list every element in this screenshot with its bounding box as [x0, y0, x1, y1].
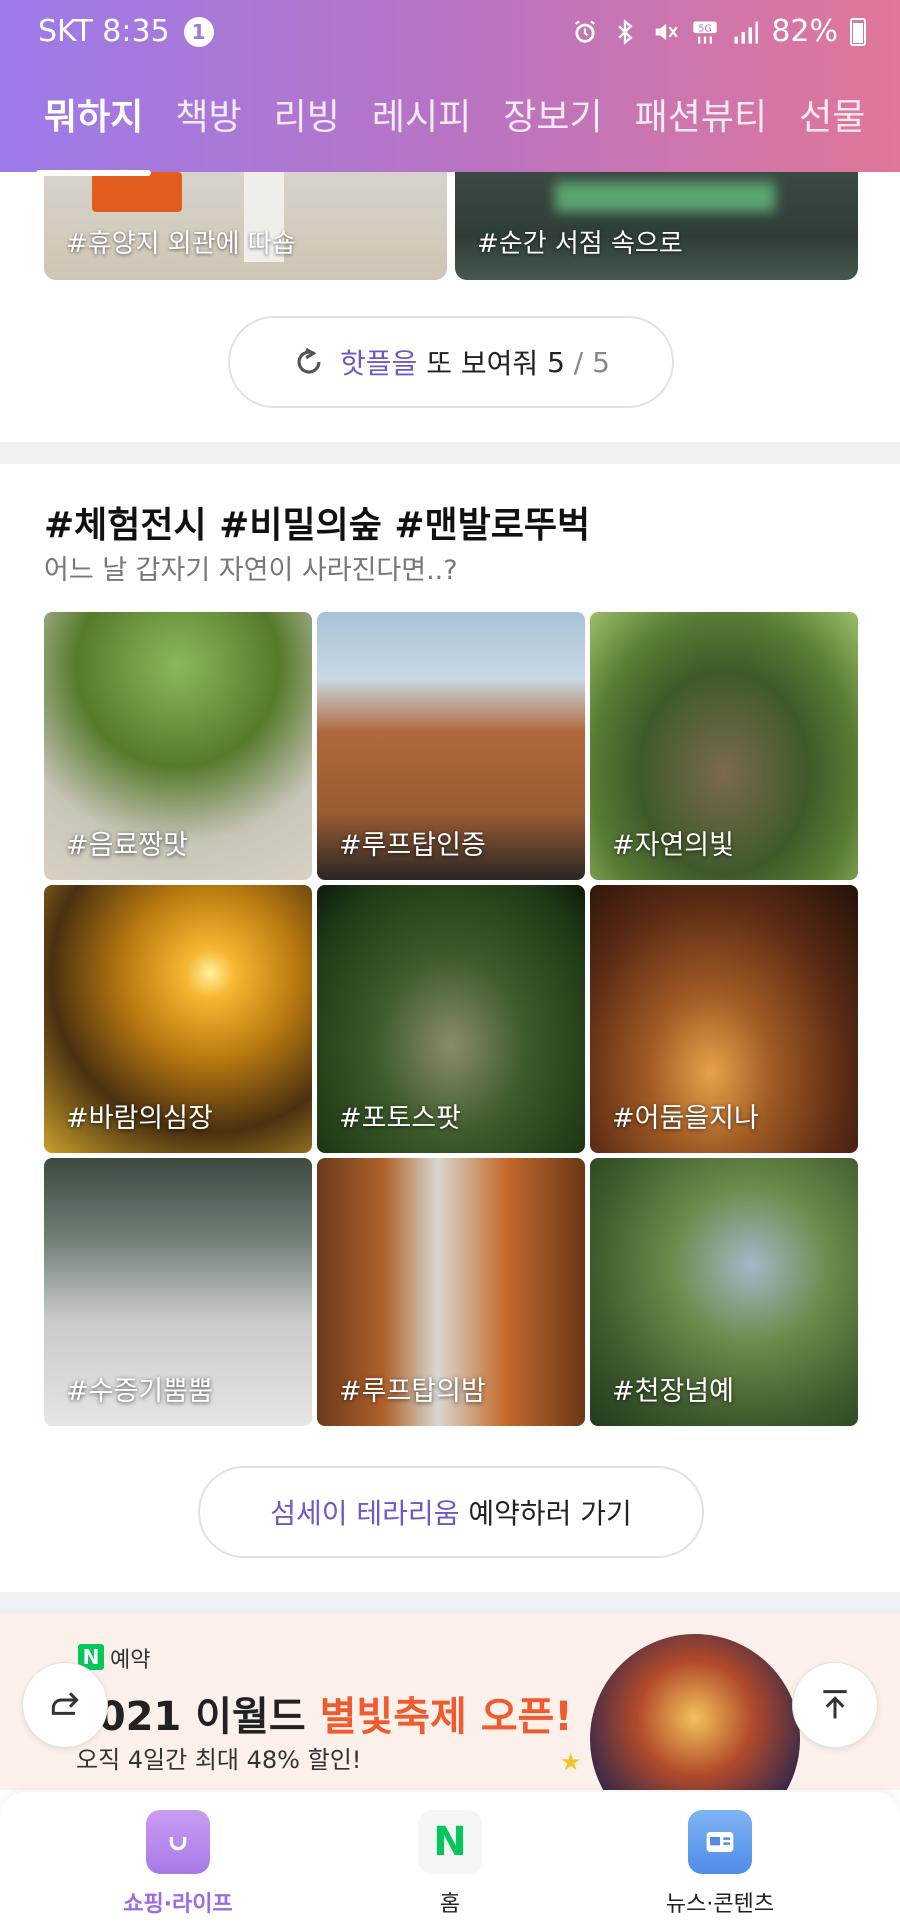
hotplace-current: 5 [547, 345, 565, 379]
book-terrarium-button[interactable]: 섬세이 테라리움 예약하러 가기 [198, 1466, 704, 1558]
share-button[interactable] [22, 1662, 108, 1748]
top-card-row: #휴양지 외관에 따숍 #순간 서점 속으로 [44, 172, 858, 280]
tile-caption: #바람의심장 [66, 1103, 213, 1134]
nav-label: 쇼핑·라이프 [123, 1892, 233, 1917]
section-subtitle: 어느 날 갑자기 자연이 사라진다면..? [44, 555, 458, 586]
section-divider [0, 1592, 900, 1614]
show-hotplace-again-button[interactable]: 핫플을 또 보여줘 5 / 5 [228, 316, 674, 408]
section-divider [0, 442, 900, 464]
5g-icon: 5G [691, 18, 719, 46]
hotplace-accent-text: 핫플을 [340, 347, 418, 380]
notification-badge: 1 [183, 16, 214, 47]
nav-label: 홈 [439, 1892, 461, 1917]
scroll-to-top-button[interactable] [792, 1662, 878, 1748]
tab-fashion-beauty[interactable]: 패션뷰티 [635, 88, 767, 140]
banner-headline-highlight: 별빛축제 오픈! [319, 1694, 573, 1740]
tab-groceries[interactable]: 장보기 [503, 88, 602, 140]
tile-caption: #루프탑의밤 [339, 1376, 486, 1407]
traffic-cone-image [92, 172, 182, 212]
green-light-image [555, 182, 775, 212]
star-icon: ★ [560, 1748, 582, 1776]
top-card-resort[interactable]: #휴양지 외관에 따숍 [44, 172, 447, 280]
carrier-time: SKT 8:35 [38, 14, 170, 49]
category-tabs: 뭐하지 책방 리빙 레시피 장보기 패션뷰티 선물 [35, 88, 865, 176]
photo-tile[interactable]: #바람의심장 [44, 885, 312, 1153]
tile-caption: #포토스팟 [339, 1103, 461, 1134]
section-title: #체험전시 #비밀의숲 #맨발로뚜벅 [44, 505, 591, 546]
battery-percent: 82% [771, 14, 838, 49]
card-caption: #순간 서점 속으로 [477, 229, 683, 259]
app-header: SKT 8:35 1 5G 82% 뭐하지 책방 리빙 레시피 장보기 패션뷰티… [0, 0, 900, 176]
tab-recipe[interactable]: 레시피 [372, 88, 471, 140]
banner-subline: 오직 4일간 최대 48% 할인! [76, 1746, 362, 1774]
photo-tile[interactable]: #자연의빛 [590, 612, 858, 880]
naver-n-icon: N [418, 1810, 482, 1874]
tab-bookstore[interactable]: 책방 [175, 88, 241, 140]
banner-reserve-label: 예약 [110, 1648, 151, 1673]
photo-tile[interactable]: #포토스팟 [317, 885, 585, 1153]
photo-tile[interactable]: #수증기뿜뿜 [44, 1158, 312, 1426]
arrow-up-icon [823, 1690, 847, 1719]
nav-news-contents[interactable]: 뉴스·콘텐츠 [620, 1810, 820, 1918]
banner-headline: 2021 이월드 별빛축제 오픈! [70, 1684, 573, 1742]
tab-gift[interactable]: 선물 [799, 88, 865, 140]
status-right: 5G 82% [571, 14, 866, 49]
svg-text:5G: 5G [699, 23, 712, 34]
share-arrow-icon [51, 1692, 79, 1715]
photo-tile[interactable]: #루프탑의밤 [317, 1158, 585, 1426]
news-card-icon [688, 1810, 752, 1874]
tile-caption: #수증기뿜뿜 [66, 1376, 213, 1407]
bottom-navigation: 쇼핑·라이프 N 홈 뉴스·콘텐츠 [0, 1792, 900, 1930]
card-caption: #휴양지 외관에 따숍 [66, 229, 296, 259]
tab-what-to-do[interactable]: 뭐하지 [35, 88, 152, 176]
hotplace-text: 또 보여줘 [417, 347, 548, 380]
top-card-bookstore[interactable]: #순간 서점 속으로 [455, 172, 858, 280]
status-left: SKT 8:35 1 [38, 14, 214, 49]
booking-text: 예약하러 가기 [459, 1497, 632, 1530]
photo-grid: #음료짱맛 #루프탑인증 #자연의빛 #바람의심장 #포토스팟 #어둠을지나 #… [44, 612, 858, 1428]
tile-caption: #어둠을지나 [612, 1103, 759, 1134]
tab-living[interactable]: 리빙 [274, 88, 340, 140]
refresh-icon [297, 347, 321, 374]
photo-tile[interactable]: #음료짱맛 [44, 612, 312, 880]
shopping-bag-icon [146, 1810, 210, 1874]
tile-caption: #루프탑인증 [339, 830, 486, 861]
tile-caption: #천장넘예 [612, 1376, 734, 1407]
alarm-icon [571, 18, 599, 46]
nav-label: 뉴스·콘텐츠 [665, 1892, 775, 1917]
bluetooth-icon [611, 18, 639, 46]
status-bar: SKT 8:35 1 5G 82% [0, 0, 900, 66]
festival-photo [590, 1634, 800, 1790]
nav-shopping-life[interactable]: 쇼핑·라이프 [78, 1810, 278, 1918]
battery-icon [850, 17, 866, 46]
booking-accent-text: 섬세이 테라리움 [270, 1497, 460, 1530]
nav-home[interactable]: N 홈 [350, 1810, 550, 1918]
photo-tile[interactable]: #어둠을지나 [590, 885, 858, 1153]
tile-caption: #자연의빛 [612, 830, 734, 861]
hotplace-total: / 5 [564, 345, 610, 379]
mute-icon [651, 18, 679, 46]
photo-tile[interactable]: #천장넘예 [590, 1158, 858, 1426]
signal-icon [731, 18, 759, 46]
tile-caption: #음료짱맛 [66, 830, 188, 861]
promo-banner[interactable]: N 예약 2021 이월드 별빛축제 오픈! 오직 4일간 최대 48% 할인!… [0, 1614, 900, 1790]
photo-tile[interactable]: #루프탑인증 [317, 612, 585, 880]
